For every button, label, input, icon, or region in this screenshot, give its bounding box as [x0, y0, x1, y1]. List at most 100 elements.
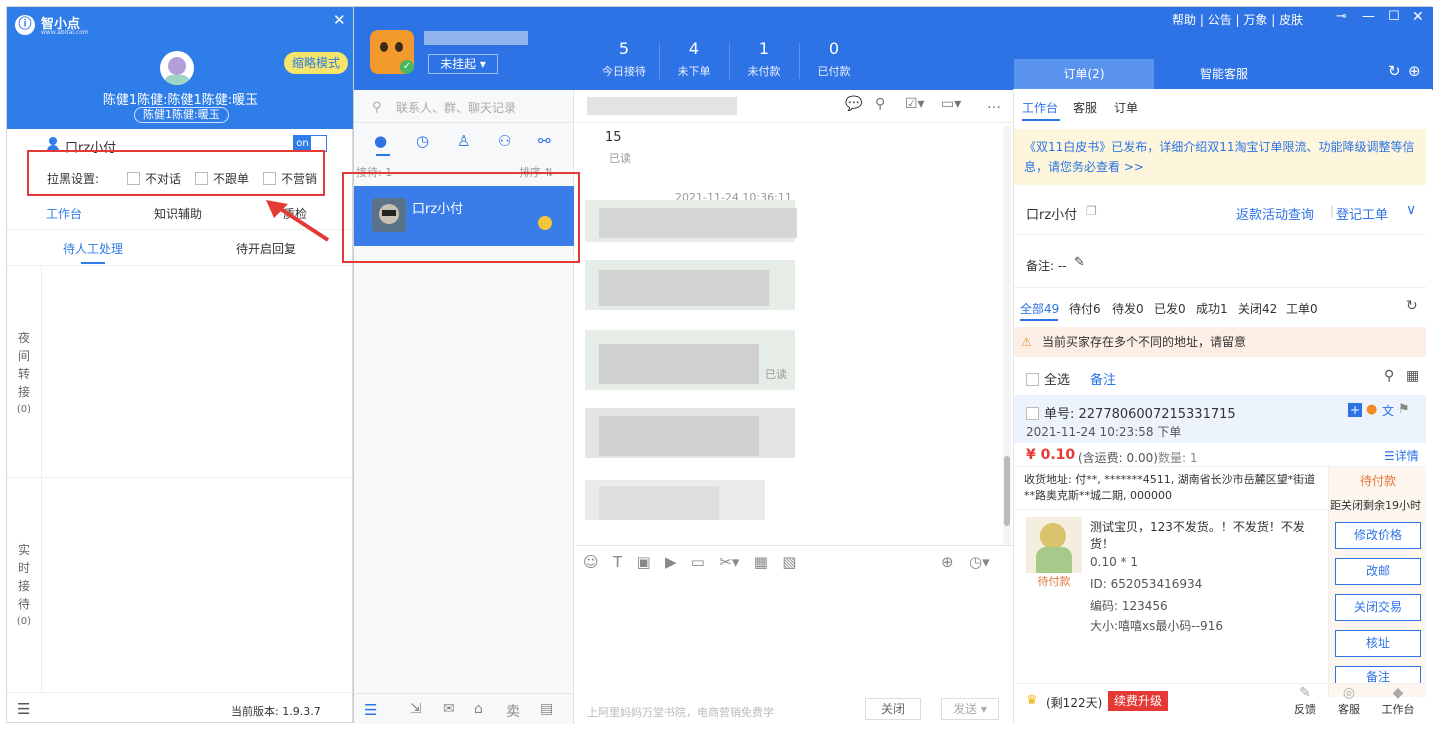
layout-icon[interactable]: ▤	[540, 701, 553, 717]
remark-link[interactable]: 备注	[1090, 369, 1116, 388]
video-play-icon[interactable]: ▶	[665, 553, 677, 571]
menu-help[interactable]: 帮助	[1172, 13, 1196, 27]
renew-upgrade-button[interactable]: 续费升级	[1108, 691, 1169, 711]
close-icon[interactable]: ✕	[333, 11, 346, 29]
location-icon[interactable]: ●	[1366, 402, 1377, 417]
search-orders-icon[interactable]: ⚲	[1384, 368, 1394, 384]
add-icon[interactable]: ⊕	[1408, 62, 1421, 80]
folder-icon[interactable]: ▭	[691, 553, 705, 571]
night-transfer-section[interactable]: 夜间转接 (0)	[15, 329, 33, 419]
otab-all[interactable]: 全部49	[1020, 300, 1059, 317]
history-icon[interactable]: ◷▾	[969, 553, 990, 571]
verify-address-button[interactable]: 核址	[1335, 630, 1421, 657]
image-icon[interactable]: ▣	[636, 553, 650, 571]
refund-query-link[interactable]: 返款活动查询	[1236, 204, 1314, 223]
select-all-checkbox[interactable]: 全选	[1026, 369, 1070, 388]
pin-icon[interactable]: ⊸	[1336, 9, 1347, 24]
compact-mode-button[interactable]: 缩略模式	[284, 52, 348, 74]
checklist-icon[interactable]: ☑▾	[905, 96, 925, 112]
option-no-chat[interactable]: 不对话	[127, 170, 181, 187]
rtab-service[interactable]: 客服	[1073, 99, 1097, 116]
otab-pending-ship[interactable]: 待发0	[1112, 300, 1144, 317]
menu-notice[interactable]: 公告	[1208, 13, 1232, 27]
otab-pending-pay[interactable]: 待付6	[1069, 300, 1101, 317]
feedback-button[interactable]: ✎ 反馈	[1290, 685, 1320, 717]
sell-icon[interactable]: 卖	[506, 701, 520, 721]
otab-closed[interactable]: 关闭42	[1238, 300, 1277, 317]
change-shipping-button[interactable]: 改邮	[1335, 558, 1421, 585]
otab-success[interactable]: 成功1	[1196, 300, 1228, 317]
minimize-icon[interactable]: —	[1362, 9, 1375, 24]
transfer-icon[interactable]: ⚲	[875, 96, 885, 112]
contact-icon[interactable]: ♙	[457, 132, 470, 150]
workbench-button[interactable]: ◆ 工作台	[1378, 685, 1418, 717]
menu-wanxiang[interactable]: 万象	[1243, 13, 1267, 27]
copy-icon[interactable]: ❐	[1086, 204, 1097, 218]
rtab-workbench[interactable]: 工作台	[1022, 99, 1058, 116]
stat-unpaid[interactable]: 1 未付款	[734, 39, 794, 79]
status-select[interactable]: 未挂起 ▾	[428, 54, 498, 74]
import-icon[interactable]: ⇲	[410, 701, 422, 717]
top-bar: ✓ 未挂起 ▾ 5 今日接待 4 未下单 1 未付款 0 已付款 帮助 | 公告 | 万…	[354, 7, 1433, 90]
chat-list-icon[interactable]: ●	[374, 132, 387, 150]
menu-list-icon[interactable]: ☰	[364, 701, 377, 719]
otab-ticket[interactable]: 工单0	[1286, 300, 1318, 317]
tab-orders[interactable]: 订单(2)	[1014, 59, 1154, 90]
subtab-pending-manual[interactable]: 待人工处理	[63, 240, 123, 257]
emoji-icon[interactable]: ☺	[583, 553, 599, 571]
stat-today[interactable]: 5 今日接待	[594, 39, 654, 79]
realtime-reception-section[interactable]: 实时接待 (0)	[15, 541, 33, 631]
send-button[interactable]: 发送 ▾	[941, 698, 999, 720]
more-icon[interactable]: …	[987, 96, 1001, 112]
toggle-switch[interactable]: on	[293, 135, 327, 152]
option-no-marketing[interactable]: 不营销	[263, 170, 317, 187]
recent-icon[interactable]: ◷	[416, 132, 429, 150]
tab-smart-service[interactable]: 智能客服	[1154, 59, 1294, 90]
register-ticket-link[interactable]: 登记工单	[1336, 204, 1388, 223]
service-button[interactable]: ◎ 客服	[1334, 685, 1364, 717]
scissors-icon[interactable]: ✂▾	[719, 553, 739, 571]
modify-price-button[interactable]: 修改价格	[1335, 522, 1421, 549]
translate-icon[interactable]: 文	[1382, 402, 1394, 419]
refresh-icon[interactable]: ↻	[1388, 62, 1401, 80]
edit-icon[interactable]: ✎	[1074, 255, 1085, 270]
group-icon[interactable]: ⚇	[498, 132, 511, 150]
tab-workbench[interactable]: 工作台	[46, 205, 82, 222]
quick-reply-icon[interactable]: ⊕	[941, 553, 954, 571]
remark-button[interactable]: 备注	[1335, 666, 1421, 683]
calendar-filter-icon[interactable]: ▦	[1406, 368, 1419, 384]
close-window-icon[interactable]: ✕	[1412, 9, 1424, 25]
chevron-down-icon[interactable]: ∨	[1406, 202, 1416, 218]
refresh-orders-icon[interactable]: ↻	[1406, 298, 1418, 314]
close-chat-button[interactable]: 关闭	[865, 698, 921, 720]
otab-shipped[interactable]: 已发0	[1154, 300, 1186, 317]
clipboard-icon[interactable]: ▧	[782, 553, 796, 571]
chat-scrollbar[interactable]	[1003, 126, 1011, 546]
menu-skin[interactable]: 皮肤	[1279, 13, 1303, 27]
sort-button[interactable]: 排序 ⇅	[519, 164, 554, 180]
menu-icon[interactable]: ☰	[17, 700, 30, 718]
contact-search[interactable]: 联系人、群、聊天记录	[396, 99, 516, 116]
mail-icon[interactable]: ✉	[443, 701, 455, 717]
promo-text[interactable]: 上阿里妈妈万堂书院，电商营销免费学	[587, 704, 774, 720]
notice-banner[interactable]: 《双11白皮书》已发布，详细介绍双11淘宝订单限流、功能降级调整等信息，请您务必…	[1014, 129, 1426, 185]
chat-ops-icon[interactable]: 💬	[845, 96, 862, 112]
font-icon[interactable]: T	[613, 553, 622, 571]
close-trade-button[interactable]: 关闭交易	[1335, 594, 1421, 621]
flag-icon[interactable]: ⚑	[1398, 402, 1410, 417]
org-icon[interactable]: ⚯	[538, 132, 551, 150]
order-checkbox[interactable]: 单号: 2277806007215331715	[1026, 403, 1236, 422]
contact-item-selected[interactable]: 口rz小付	[354, 186, 574, 246]
rtab-orders[interactable]: 订单	[1114, 99, 1138, 116]
calendar-icon[interactable]: ▦	[754, 553, 768, 571]
tab-knowledge[interactable]: 知识辅助	[154, 205, 202, 222]
maximize-icon[interactable]: ☐	[1388, 9, 1400, 24]
order-detail-link[interactable]: ☰详情	[1384, 447, 1419, 464]
plus-icon[interactable]: +	[1348, 403, 1362, 417]
stat-paid[interactable]: 0 已付款	[804, 39, 864, 79]
product-title[interactable]: 测试宝贝，123不发货。！不发货！不发货！	[1090, 518, 1322, 552]
option-no-follow[interactable]: 不跟单	[195, 170, 249, 187]
shop-icon[interactable]: ⌂	[474, 701, 483, 717]
video-icon[interactable]: ▭▾	[941, 96, 961, 112]
stat-no-order[interactable]: 4 未下单	[664, 39, 724, 79]
